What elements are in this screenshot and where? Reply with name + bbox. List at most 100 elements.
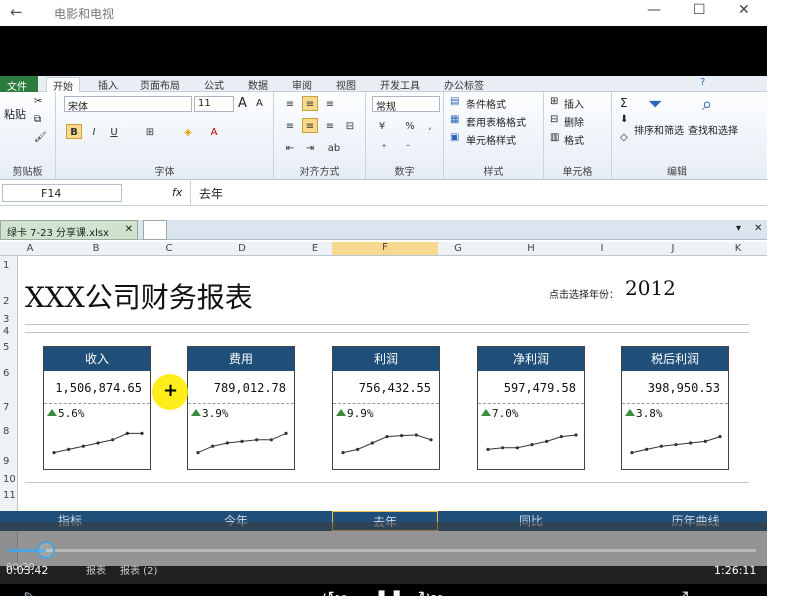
align-center-icon[interactable]: ≡ [302,118,318,133]
align-left-icon[interactable]: ≡ [282,118,298,133]
shrink-font-button[interactable]: A [256,98,263,109]
fullscreen-icon[interactable]: ⤢ [674,588,688,596]
orientation-icon[interactable]: ab [326,140,342,155]
workbook-tab[interactable]: 绿卡 7-23 分享课.xlsx ✕ [0,220,138,240]
video-frame[interactable]: 文件 开始 插入 页面布局 公式 数据 审阅 视图 开发工具 办公标签 ? 粘贴… [0,26,767,596]
row-header[interactable]: 10 [3,474,16,485]
row-header[interactable]: 1 [3,260,9,271]
kpi-card-revenue[interactable]: 收入 1,506,874.65 5.6% [43,346,151,470]
format-cells-button[interactable]: 格式 [564,132,584,147]
chevron-down-icon[interactable]: ▾ [736,223,741,234]
kpi-card-net-profit[interactable]: 净利润 597,479.58 7.0% [477,346,585,470]
decrease-decimal-icon[interactable]: ⁻ [400,140,416,155]
close-workbook-icon[interactable]: ✕ [754,223,762,234]
tab-page-layout[interactable]: 页面布局 [140,77,180,92]
cut-icon[interactable]: ✂ [34,96,42,107]
maximize-button[interactable]: ☐ [693,2,706,18]
rewind-icon[interactable]: ↺10 [322,588,347,596]
kpi-card-expense[interactable]: 费用 789,012.78 3.9% [187,346,295,470]
row-header[interactable]: 7 [3,402,9,413]
font-color-icon[interactable]: A [206,124,222,139]
row-header[interactable]: 9 [3,456,9,467]
col-header[interactable]: E [298,243,332,254]
align-right-icon[interactable]: ≡ [322,118,338,133]
find-select-icon[interactable]: ⌕ [702,94,712,115]
minimize-button[interactable]: — [647,2,661,18]
pause-icon[interactable]: ❚❚ [374,588,404,596]
tab-review[interactable]: 审阅 [292,77,312,92]
fx-icon[interactable]: fx [172,186,182,199]
close-tab-icon[interactable]: ✕ [125,224,133,235]
more-options-icon[interactable]: ⋯ [722,588,740,596]
merge-center-icon[interactable]: ⊟ [342,118,358,133]
row-header[interactable]: 3 [3,314,9,325]
align-middle-icon[interactable]: ≡ [302,96,318,111]
font-size-select[interactable]: 11 [194,96,234,112]
cell-style-button[interactable]: 单元格样式 [466,132,516,147]
col-header[interactable]: G [438,243,478,254]
captions-icon[interactable]: ▭ [66,588,81,596]
delete-cells-button[interactable]: 删除 [564,114,584,129]
sort-filter-button[interactable]: 排序和筛选 [634,122,684,137]
row-header[interactable]: 4 [3,326,9,337]
sort-filter-icon[interactable]: ⏷ [648,94,662,115]
increase-decimal-icon[interactable]: ⁺ [376,140,392,155]
col-header[interactable]: K [726,243,750,254]
tab-file[interactable]: 文件 [0,76,38,93]
col-header[interactable]: J [620,243,726,254]
col-header[interactable]: I [584,243,620,254]
decrease-indent-icon[interactable]: ⇤ [282,140,298,155]
fill-color-icon[interactable]: ◈ [180,124,196,139]
align-bottom-icon[interactable]: ≡ [322,96,338,111]
col-header[interactable]: C [152,243,186,254]
insert-cells-button[interactable]: 插入 [564,96,584,111]
tab-data[interactable]: 数据 [248,77,268,92]
format-painter-icon[interactable]: 🖌 [34,132,47,143]
col-header[interactable]: D [186,243,298,254]
tab-home[interactable]: 开始 [46,77,80,93]
year-selector[interactable]: 2012 [625,276,676,300]
tab-developer[interactable]: 开发工具 [380,77,420,92]
col-header[interactable]: A [20,243,40,254]
percent-button[interactable]: % [402,118,418,133]
name-box[interactable]: F14 [2,184,122,202]
copy-icon[interactable]: ⧉ [34,114,41,125]
bold-button[interactable]: B [66,124,82,139]
grow-font-button[interactable]: A [238,96,247,111]
formula-input[interactable]: 去年 [190,181,767,205]
worksheet[interactable]: XXX公司财务报表 点击选择年份： 2012 收入 1,506,874.65 5… [0,256,767,566]
col-header[interactable]: B [40,243,152,254]
help-icon[interactable]: ? [700,77,705,88]
font-name-select[interactable]: 宋体 [64,96,192,113]
align-top-icon[interactable]: ≡ [282,96,298,111]
tab-office-tab[interactable]: 办公标签 [444,77,484,92]
border-icon[interactable]: ⊞ [142,124,158,139]
find-select-button[interactable]: 查找和选择 [688,122,738,137]
autosum-button[interactable]: Σ [620,96,628,110]
paste-button[interactable]: 粘贴 [4,106,26,122]
kpi-card-profit[interactable]: 利润 756,432.55 9.9% [332,346,440,470]
row-header[interactable]: 11 [3,490,16,501]
table-format-button[interactable]: 套用表格格式 [466,114,526,129]
row-header[interactable]: 2 [3,296,9,307]
underline-button[interactable]: U [106,124,122,139]
back-arrow-icon[interactable]: ← [10,3,23,21]
row-header[interactable]: 5 [3,342,9,353]
volume-icon[interactable]: 🔈 [20,588,42,596]
tab-formulas[interactable]: 公式 [204,77,224,92]
currency-icon[interactable]: ¥ [374,118,390,133]
close-button[interactable]: ✕ [738,2,750,18]
col-header-selected[interactable]: F [332,242,438,255]
fill-icon[interactable]: ⬇ [620,114,628,125]
number-format-select[interactable]: 常规 [372,96,440,113]
clear-icon[interactable]: ◇ [620,132,628,143]
increase-indent-icon[interactable]: ⇥ [302,140,318,155]
kpi-card-after-tax-profit[interactable]: 税后利润 398,950.53 3.8% [621,346,729,470]
tab-view[interactable]: 视图 [336,77,356,92]
comma-button[interactable]: , [422,118,438,133]
italic-button[interactable]: I [86,124,102,139]
seek-thumb[interactable] [37,541,55,559]
seek-track[interactable] [8,549,756,552]
tab-insert[interactable]: 插入 [98,77,118,92]
conditional-format-button[interactable]: 条件格式 [466,96,506,111]
